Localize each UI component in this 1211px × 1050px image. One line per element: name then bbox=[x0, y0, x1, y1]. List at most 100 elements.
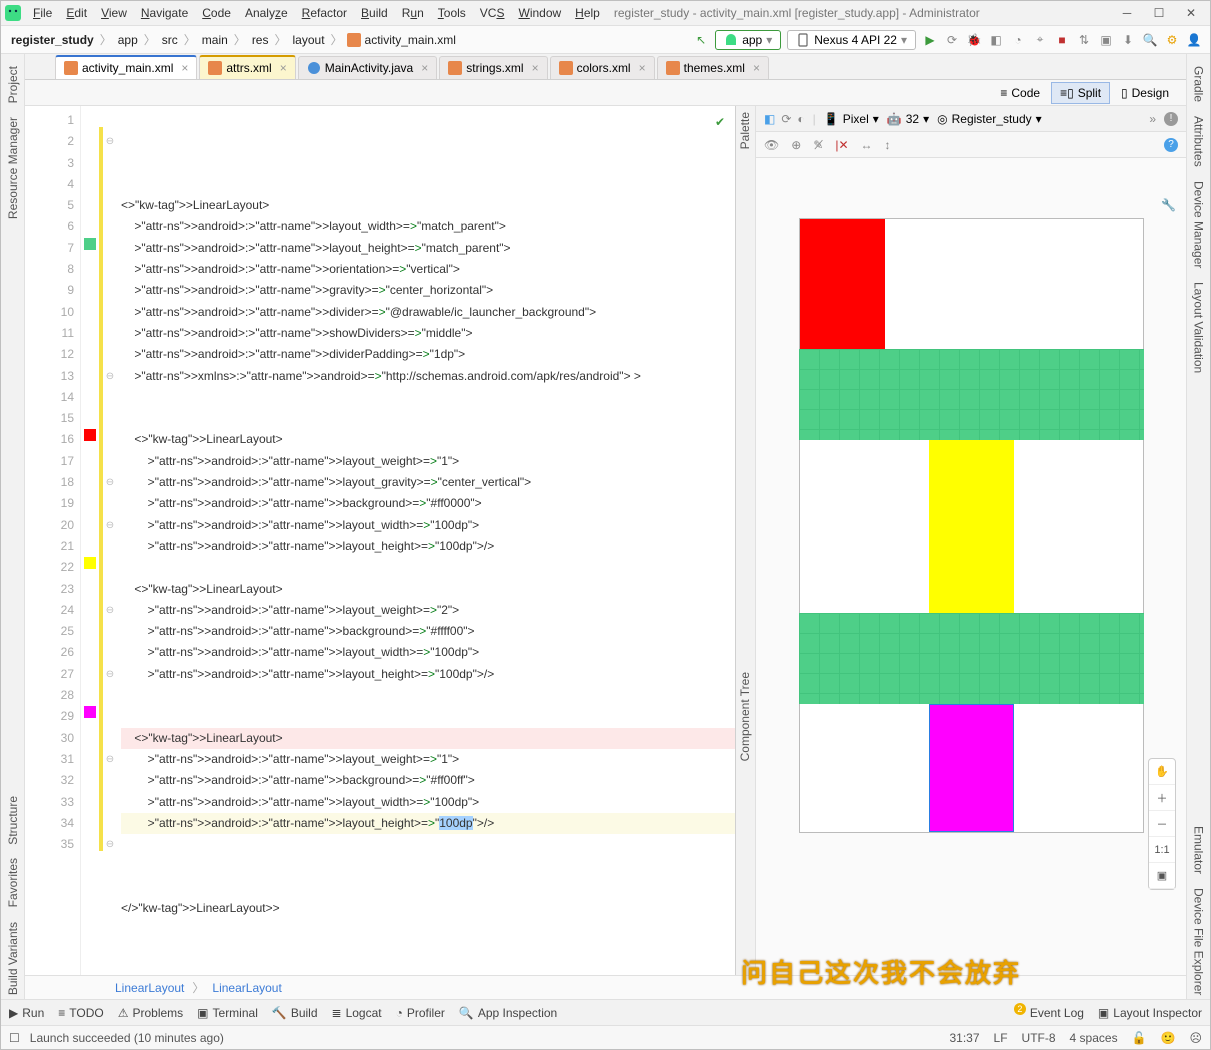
tab-activity-main[interactable]: activity_main.xml× bbox=[55, 55, 197, 79]
clear-icon[interactable]: |✕ bbox=[835, 138, 848, 152]
emulator-tool[interactable]: Emulator bbox=[1192, 822, 1206, 878]
tab-attrs[interactable]: attrs.xml× bbox=[199, 55, 295, 79]
tab-colors[interactable]: colors.xml× bbox=[550, 56, 655, 79]
menu-window[interactable]: Window bbox=[512, 4, 567, 22]
menu-navigate[interactable]: Navigate bbox=[135, 4, 194, 22]
struct-crumb-0[interactable]: LinearLayout bbox=[115, 981, 184, 995]
wrench-icon[interactable]: 🔧 bbox=[1161, 198, 1176, 212]
orientation-icon[interactable]: ⟳ bbox=[781, 112, 791, 126]
visibility-icon[interactable]: 👁 bbox=[764, 138, 779, 152]
device-manager-tool[interactable]: Device Manager bbox=[1192, 177, 1206, 272]
close-tab-icon[interactable]: × bbox=[532, 61, 539, 75]
close-button[interactable]: ✕ bbox=[1176, 3, 1206, 23]
run-config-combo[interactable]: app▾ bbox=[715, 30, 781, 50]
close-tab-icon[interactable]: × bbox=[639, 61, 646, 75]
menu-refactor[interactable]: Refactor bbox=[296, 4, 353, 22]
apply-changes-icon[interactable]: ⟳ bbox=[944, 32, 960, 48]
zoom-in-button[interactable]: ＋ bbox=[1149, 785, 1175, 811]
theme-picker[interactable]: ◎ Register_study ▾ bbox=[937, 112, 1042, 126]
minimize-button[interactable]: ─ bbox=[1112, 3, 1142, 23]
close-tab-icon[interactable]: × bbox=[181, 61, 188, 75]
crumb-2[interactable]: src bbox=[160, 33, 180, 47]
menu-code[interactable]: Code bbox=[196, 4, 237, 22]
user-icon[interactable]: 👤 bbox=[1186, 32, 1202, 48]
smiley-bad-icon[interactable]: ☹ bbox=[1189, 1031, 1202, 1045]
menu-help[interactable]: Help bbox=[569, 4, 606, 22]
file-encoding[interactable]: UTF-8 bbox=[1022, 1031, 1056, 1045]
menu-build[interactable]: Build bbox=[355, 4, 394, 22]
settings-icon[interactable]: ⚙ bbox=[1164, 32, 1180, 48]
preview-magenta-box[interactable] bbox=[929, 704, 1014, 832]
indent-settings[interactable]: 4 spaces bbox=[1070, 1031, 1118, 1045]
close-tab-icon[interactable]: × bbox=[280, 61, 287, 75]
menu-analyze[interactable]: Analyze bbox=[239, 4, 294, 22]
design-canvas[interactable]: 🔧 ✋ ＋ － 1:1 ▣ bbox=[756, 158, 1186, 975]
code-editor[interactable]: 1234567891011121314151617181920212223242… bbox=[25, 106, 736, 975]
autoconnect-icon[interactable]: ⊕ bbox=[791, 138, 801, 152]
help-icon[interactable]: ? bbox=[1164, 138, 1178, 152]
pan-vertical-icon[interactable]: ↕ bbox=[885, 138, 891, 152]
structure-tool[interactable]: Structure bbox=[6, 792, 20, 849]
layout-validation-tool[interactable]: Layout Validation bbox=[1192, 278, 1206, 377]
avd-icon[interactable]: ▣ bbox=[1098, 32, 1114, 48]
status-box-icon[interactable]: ☐ bbox=[9, 1031, 20, 1045]
struct-crumb-1[interactable]: LinearLayout bbox=[212, 981, 281, 995]
right-toolwindow-bar[interactable]: Gradle Attributes Device Manager Layout … bbox=[1186, 54, 1210, 999]
menu-run[interactable]: Run bbox=[396, 4, 430, 22]
project-tool[interactable]: Project bbox=[6, 62, 20, 107]
api-picker[interactable]: 🤖 32 ▾ bbox=[887, 112, 929, 126]
build-tool[interactable]: 🔨 Build bbox=[272, 1006, 318, 1020]
breadcrumb[interactable]: register_study〉 app〉 src〉 main〉 res〉 lay… bbox=[9, 31, 458, 48]
gradle-tool[interactable]: Gradle bbox=[1192, 62, 1206, 106]
inspection-ok-icon[interactable]: ✔ bbox=[715, 112, 725, 133]
tab-mainactivity[interactable]: MainActivity.java× bbox=[298, 56, 438, 79]
night-mode-icon[interactable]: ◐ bbox=[797, 112, 804, 126]
crumb-3[interactable]: main bbox=[200, 33, 230, 47]
crumb-6[interactable]: activity_main.xml bbox=[363, 33, 458, 47]
design-surface-icon[interactable]: ◧ bbox=[764, 112, 775, 126]
readonly-lock-icon[interactable]: 🔓 bbox=[1132, 1031, 1147, 1045]
crumb-4[interactable]: res bbox=[250, 33, 271, 47]
crumb-5[interactable]: layout bbox=[291, 33, 327, 47]
zoom-out-button[interactable]: － bbox=[1149, 811, 1175, 837]
crumb-0[interactable]: register_study bbox=[9, 33, 96, 47]
maximize-button[interactable]: ☐ bbox=[1144, 3, 1174, 23]
close-tab-icon[interactable]: × bbox=[753, 61, 760, 75]
todo-tool[interactable]: ≡ TODO bbox=[58, 1006, 103, 1020]
run-icon[interactable]: ▶ bbox=[922, 32, 938, 48]
smiley-ok-icon[interactable]: 🙂 bbox=[1161, 1031, 1176, 1045]
margin-icon[interactable]: ✎̸ bbox=[813, 138, 823, 152]
tab-themes[interactable]: themes.xml× bbox=[657, 56, 769, 79]
run-tool[interactable]: ▶ Run bbox=[9, 1006, 44, 1020]
preview-yellow-box[interactable] bbox=[929, 440, 1014, 614]
stop-icon[interactable]: ■ bbox=[1054, 32, 1070, 48]
tab-strings[interactable]: strings.xml× bbox=[439, 56, 547, 79]
preview-surface[interactable] bbox=[799, 218, 1144, 833]
sdk-icon[interactable]: ⬇ bbox=[1120, 32, 1136, 48]
pan-hand-icon[interactable]: ✋ bbox=[1149, 759, 1175, 785]
app-inspection-tool[interactable]: 🔍 App Inspection bbox=[459, 1006, 557, 1020]
zoom-1to1-button[interactable]: 1:1 bbox=[1149, 837, 1175, 863]
menu-vcs[interactable]: VCS bbox=[474, 4, 511, 22]
attributes-tool[interactable]: Attributes bbox=[1192, 112, 1206, 171]
search-icon[interactable]: 🔍 bbox=[1142, 32, 1158, 48]
device-file-explorer-tool[interactable]: Device File Explorer bbox=[1192, 884, 1206, 999]
terminal-tool[interactable]: ▣ Terminal bbox=[197, 1006, 258, 1020]
line-separator[interactable]: LF bbox=[994, 1031, 1008, 1045]
sync-icon[interactable]: ⇅ bbox=[1076, 32, 1092, 48]
problems-tool[interactable]: ⚠ Problems bbox=[118, 1006, 183, 1020]
device-picker[interactable]: 📱 Pixel ▾ bbox=[824, 112, 879, 126]
event-log-tool[interactable]: 2 Event Log bbox=[1020, 1006, 1084, 1020]
menu-tools[interactable]: Tools bbox=[432, 4, 472, 22]
profile-icon[interactable]: ◔ bbox=[1010, 32, 1026, 48]
main-menu[interactable]: File Edit View Navigate Code Analyze Ref… bbox=[27, 4, 606, 22]
close-tab-icon[interactable]: × bbox=[421, 61, 428, 75]
view-mode-split[interactable]: ≡▯ Split bbox=[1051, 82, 1110, 104]
code-text-area[interactable]: ✔ <>"kw-tag">>LinearLayout> >"attr-ns">>… bbox=[117, 106, 735, 975]
favorites-tool[interactable]: Favorites bbox=[6, 854, 20, 911]
view-mode-code[interactable]: ≡ Code bbox=[991, 82, 1049, 104]
back-arrow-icon[interactable]: ↖ bbox=[693, 32, 709, 48]
preview-red-box[interactable] bbox=[800, 219, 885, 349]
attach-icon[interactable]: ⌖ bbox=[1032, 32, 1048, 48]
component-tree-label[interactable]: Component Tree bbox=[736, 666, 754, 767]
